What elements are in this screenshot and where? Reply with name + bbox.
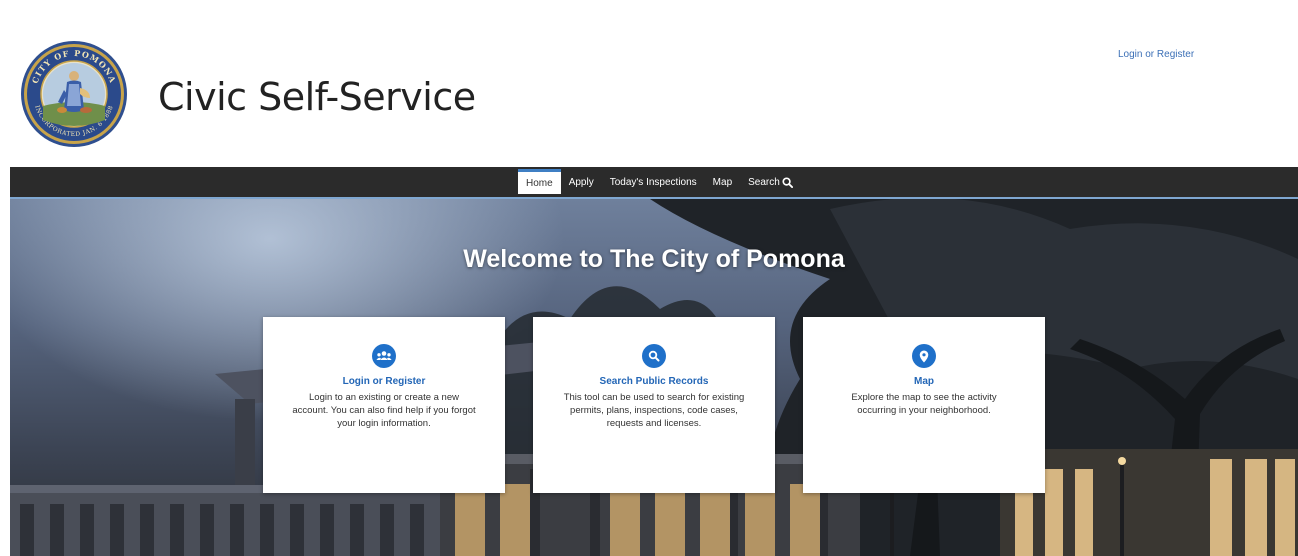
card-description: Login to an existing or create a new acc… (292, 392, 476, 429)
header-login-link[interactable]: Login or Register (1118, 49, 1194, 60)
login-register-card[interactable]: Login or Register Login to an existing o… (263, 317, 505, 493)
card-description: This tool can be used to search for exis… (563, 392, 745, 429)
card-title: Login or Register (342, 376, 426, 387)
site-header: CITY OF POMONA INCORPORATED JAN. 6 1888 … (0, 0, 1298, 166)
main-navbar: Home Apply Today's Inspections Map Searc… (10, 167, 1298, 199)
users-icon (372, 344, 396, 368)
nav-home[interactable]: Home (518, 169, 561, 194)
card-title: Map (914, 376, 934, 387)
map-card[interactable]: Map Explore the map to see the activity … (803, 317, 1045, 493)
nav-search-label: Search (748, 176, 780, 188)
nav-search[interactable]: Search (740, 167, 801, 197)
map-pin-icon (912, 344, 936, 368)
card-description: Explore the map to see the activity occu… (851, 392, 997, 416)
card-title: Search Public Records (599, 376, 709, 387)
site-title: Civic Self-Service (158, 75, 476, 119)
nav-map[interactable]: Map (705, 167, 740, 197)
city-seal-logo[interactable]: CITY OF POMONA INCORPORATED JAN. 6 1888 (20, 40, 128, 148)
search-public-records-card[interactable]: Search Public Records This tool can be u… (533, 317, 775, 493)
nav-menu: Home Apply Today's Inspections Map Searc… (518, 167, 801, 197)
hero-title: Welcome to The City of Pomona (463, 245, 845, 273)
nav-todays-inspections[interactable]: Today's Inspections (602, 167, 705, 197)
nav-apply[interactable]: Apply (561, 167, 602, 197)
hero-banner: Welcome to The City of Pomona Login or R… (10, 199, 1298, 556)
search-icon (782, 176, 793, 188)
search-icon (642, 344, 666, 368)
